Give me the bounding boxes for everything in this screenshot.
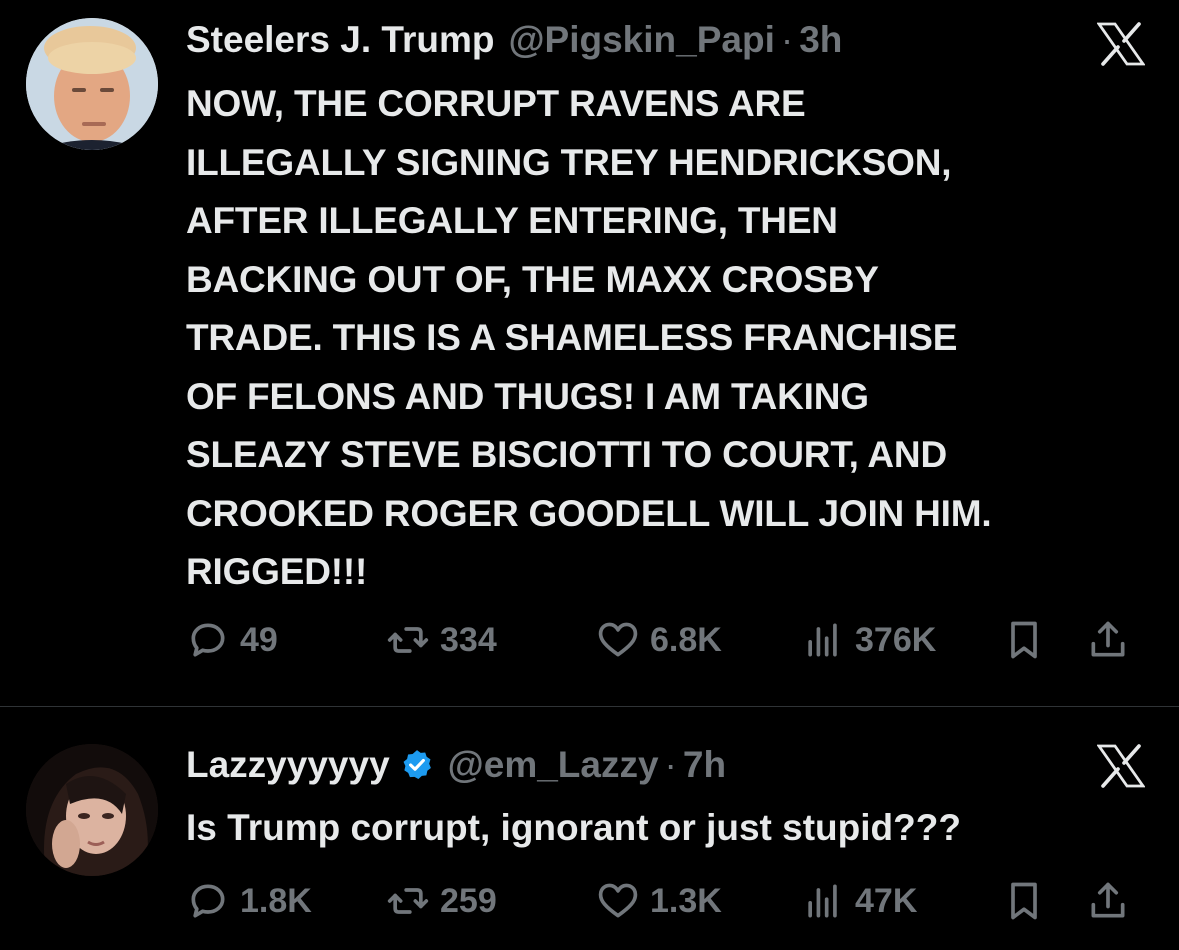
tweet-text-line: OF FELONS AND THUGS! I AM TAKING [186,375,869,417]
like-button[interactable]: 1.3K [596,877,722,925]
like-count: 6.8K [650,620,722,659]
bookmark-icon [1011,621,1037,659]
tweet-text-line: SLEAZY STEVE BISCIOTTI TO COURT, AND [186,434,947,475]
heart-icon [598,622,638,657]
share-button[interactable] [1086,877,1130,925]
reply-button[interactable]: 1.8K [186,877,312,925]
share-icon [1091,882,1125,918]
action-bar: 49 334 6.8K 376K [186,616,1146,664]
views-icon [808,884,837,918]
share-icon [1091,621,1125,657]
tweet[interactable]: Lazzyyyyyy @em_Lazzy · 7h Is Trump corru… [0,707,1179,950]
reply-count: 49 [240,620,278,659]
tweet-header: Steelers J. Trump @Pigskin_Papi · 3h [186,18,842,62]
retweet-icon [387,888,429,914]
avatar[interactable] [26,744,158,876]
tweet-text-line: Is Trump corrupt, ignorant or just stupi… [186,807,961,848]
bookmark-button[interactable] [1002,616,1046,664]
avatar-image [26,744,158,876]
like-count: 1.3K [650,881,722,920]
tweet[interactable]: Steelers J. Trump @Pigskin_Papi · 3h NOW… [0,0,1179,706]
reply-count: 1.8K [240,881,312,920]
views-count: 376K [855,620,937,659]
views-button[interactable]: 47K [801,877,917,925]
x-logo-icon [1097,744,1145,788]
reply-icon [191,623,225,657]
retweet-button[interactable]: 334 [386,616,497,664]
reply-icon [191,884,225,918]
verified-badge-icon [403,750,431,780]
bookmark-button[interactable] [1002,877,1046,925]
tweet-header: Lazzyyyyyy @em_Lazzy · 7h [186,743,726,787]
user-handle[interactable]: @em_Lazzy [448,743,659,787]
display-name[interactable]: Steelers J. Trump [186,18,494,62]
heart-icon [598,883,638,918]
tweet-text-line: NOW, THE CORRUPT RAVENS ARE [186,83,806,124]
retweet-count: 259 [440,881,497,920]
user-handle[interactable]: @Pigskin_Papi [508,18,774,62]
timestamp[interactable]: 3h [799,18,842,62]
x-logo-icon [1097,22,1145,66]
reply-button[interactable]: 49 [186,616,278,664]
tweet-text-line: AFTER ILLEGALLY ENTERING, THEN [186,200,838,241]
separator-dot: · [664,744,677,785]
avatar-image [26,18,158,150]
tweet-text-line: RIGGED!!! [186,551,368,592]
tweet-text-line: ILLEGALLY SIGNING TREY HENDRICKSON, [186,141,952,183]
tweet-text: NOW, THE CORRUPT RAVENS ARE ILLEGALLY SI… [186,75,1139,602]
tweet-text-line: BACKING OUT OF, THE MAXX CROSBY [186,258,879,300]
like-button[interactable]: 6.8K [596,616,722,664]
retweet-count: 334 [440,620,497,659]
display-name[interactable]: Lazzyyyyyy [186,743,390,787]
tweet-text-line: TRADE. THIS IS A SHAMELESS FRANCHISE [186,317,958,358]
views-count: 47K [855,881,918,920]
avatar[interactable] [26,18,158,150]
share-button[interactable] [1086,616,1130,664]
tweet-text-line: CROOKED ROGER GOODELL WILL JOIN HIM. [186,492,992,534]
retweet-button[interactable]: 259 [386,877,497,925]
separator-dot: · [780,19,794,60]
retweet-icon [387,627,429,653]
bookmark-icon [1011,882,1037,920]
views-icon [808,623,837,657]
views-button[interactable]: 376K [801,616,936,664]
action-bar: 1.8K 259 1.3K 47K [186,877,1146,925]
tweet-text: Is Trump corrupt, ignorant or just stupi… [186,804,1139,852]
timestamp[interactable]: 7h [683,743,726,787]
